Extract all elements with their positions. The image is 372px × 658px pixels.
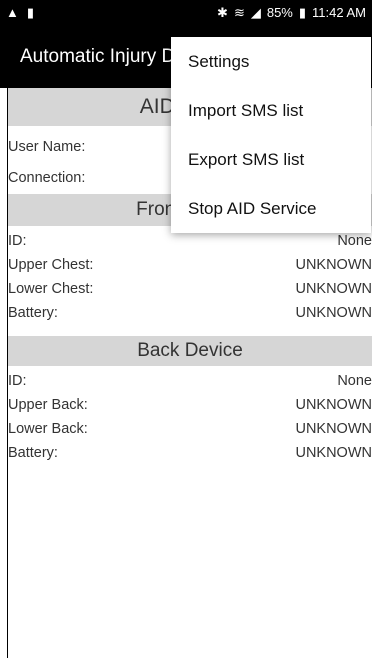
menu-item-export-sms-list[interactable]: Export SMS list (171, 135, 371, 184)
lower-back-value: UNKNOWN (295, 421, 372, 437)
table-row: Battery: UNKNOWN (8, 303, 372, 323)
sim-icon: ▮ (26, 4, 35, 20)
bluetooth-icon: ✱ (217, 4, 228, 20)
table-row: ID: None (8, 231, 372, 251)
lower-chest-value: UNKNOWN (295, 281, 372, 297)
upper-back-value: UNKNOWN (295, 397, 372, 413)
signal-icon: ◢ (250, 4, 261, 20)
table-row: Lower Chest: UNKNOWN (8, 279, 372, 299)
menu-item-settings[interactable]: Settings (171, 37, 371, 86)
back-battery-label: Battery: (8, 445, 58, 461)
table-row: Lower Back: UNKNOWN (8, 419, 372, 439)
back-id-label: ID: (8, 373, 27, 389)
warning-icon: ▲ (6, 5, 19, 20)
front-battery-value: UNKNOWN (295, 305, 372, 321)
upper-chest-label: Upper Chest: (8, 257, 94, 273)
battery-percent: 85% (266, 5, 293, 20)
front-id-value: None (337, 233, 372, 249)
back-battery-value: UNKNOWN (295, 445, 372, 461)
front-battery-label: Battery: (8, 305, 58, 321)
menu-item-stop-aid-service[interactable]: Stop AID Service (171, 184, 371, 233)
battery-icon: ▮ (298, 4, 307, 20)
lower-back-label: Lower Back: (8, 421, 88, 437)
status-bar: ▲ ▮ ✱ ≋ ◢ 85% ▮ 11:42 AM (0, 0, 372, 25)
lower-chest-label: Lower Chest: (8, 281, 94, 297)
menu-item-import-sms-list[interactable]: Import SMS list (171, 86, 371, 135)
back-device-header: Back Device (8, 336, 372, 366)
table-row: ID: None (8, 371, 372, 391)
table-row: Battery: UNKNOWN (8, 443, 372, 463)
upper-back-label: Upper Back: (8, 397, 88, 413)
table-row: Upper Chest: UNKNOWN (8, 255, 372, 275)
wifi-icon: ≋ (233, 4, 245, 20)
upper-chest-value: UNKNOWN (295, 257, 372, 273)
front-id-label: ID: (8, 233, 27, 249)
overflow-menu: Settings Import SMS list Export SMS list… (171, 37, 371, 233)
back-id-value: None (337, 373, 372, 389)
table-row: Upper Back: UNKNOWN (8, 395, 372, 415)
clock: 11:42 AM (312, 5, 366, 20)
